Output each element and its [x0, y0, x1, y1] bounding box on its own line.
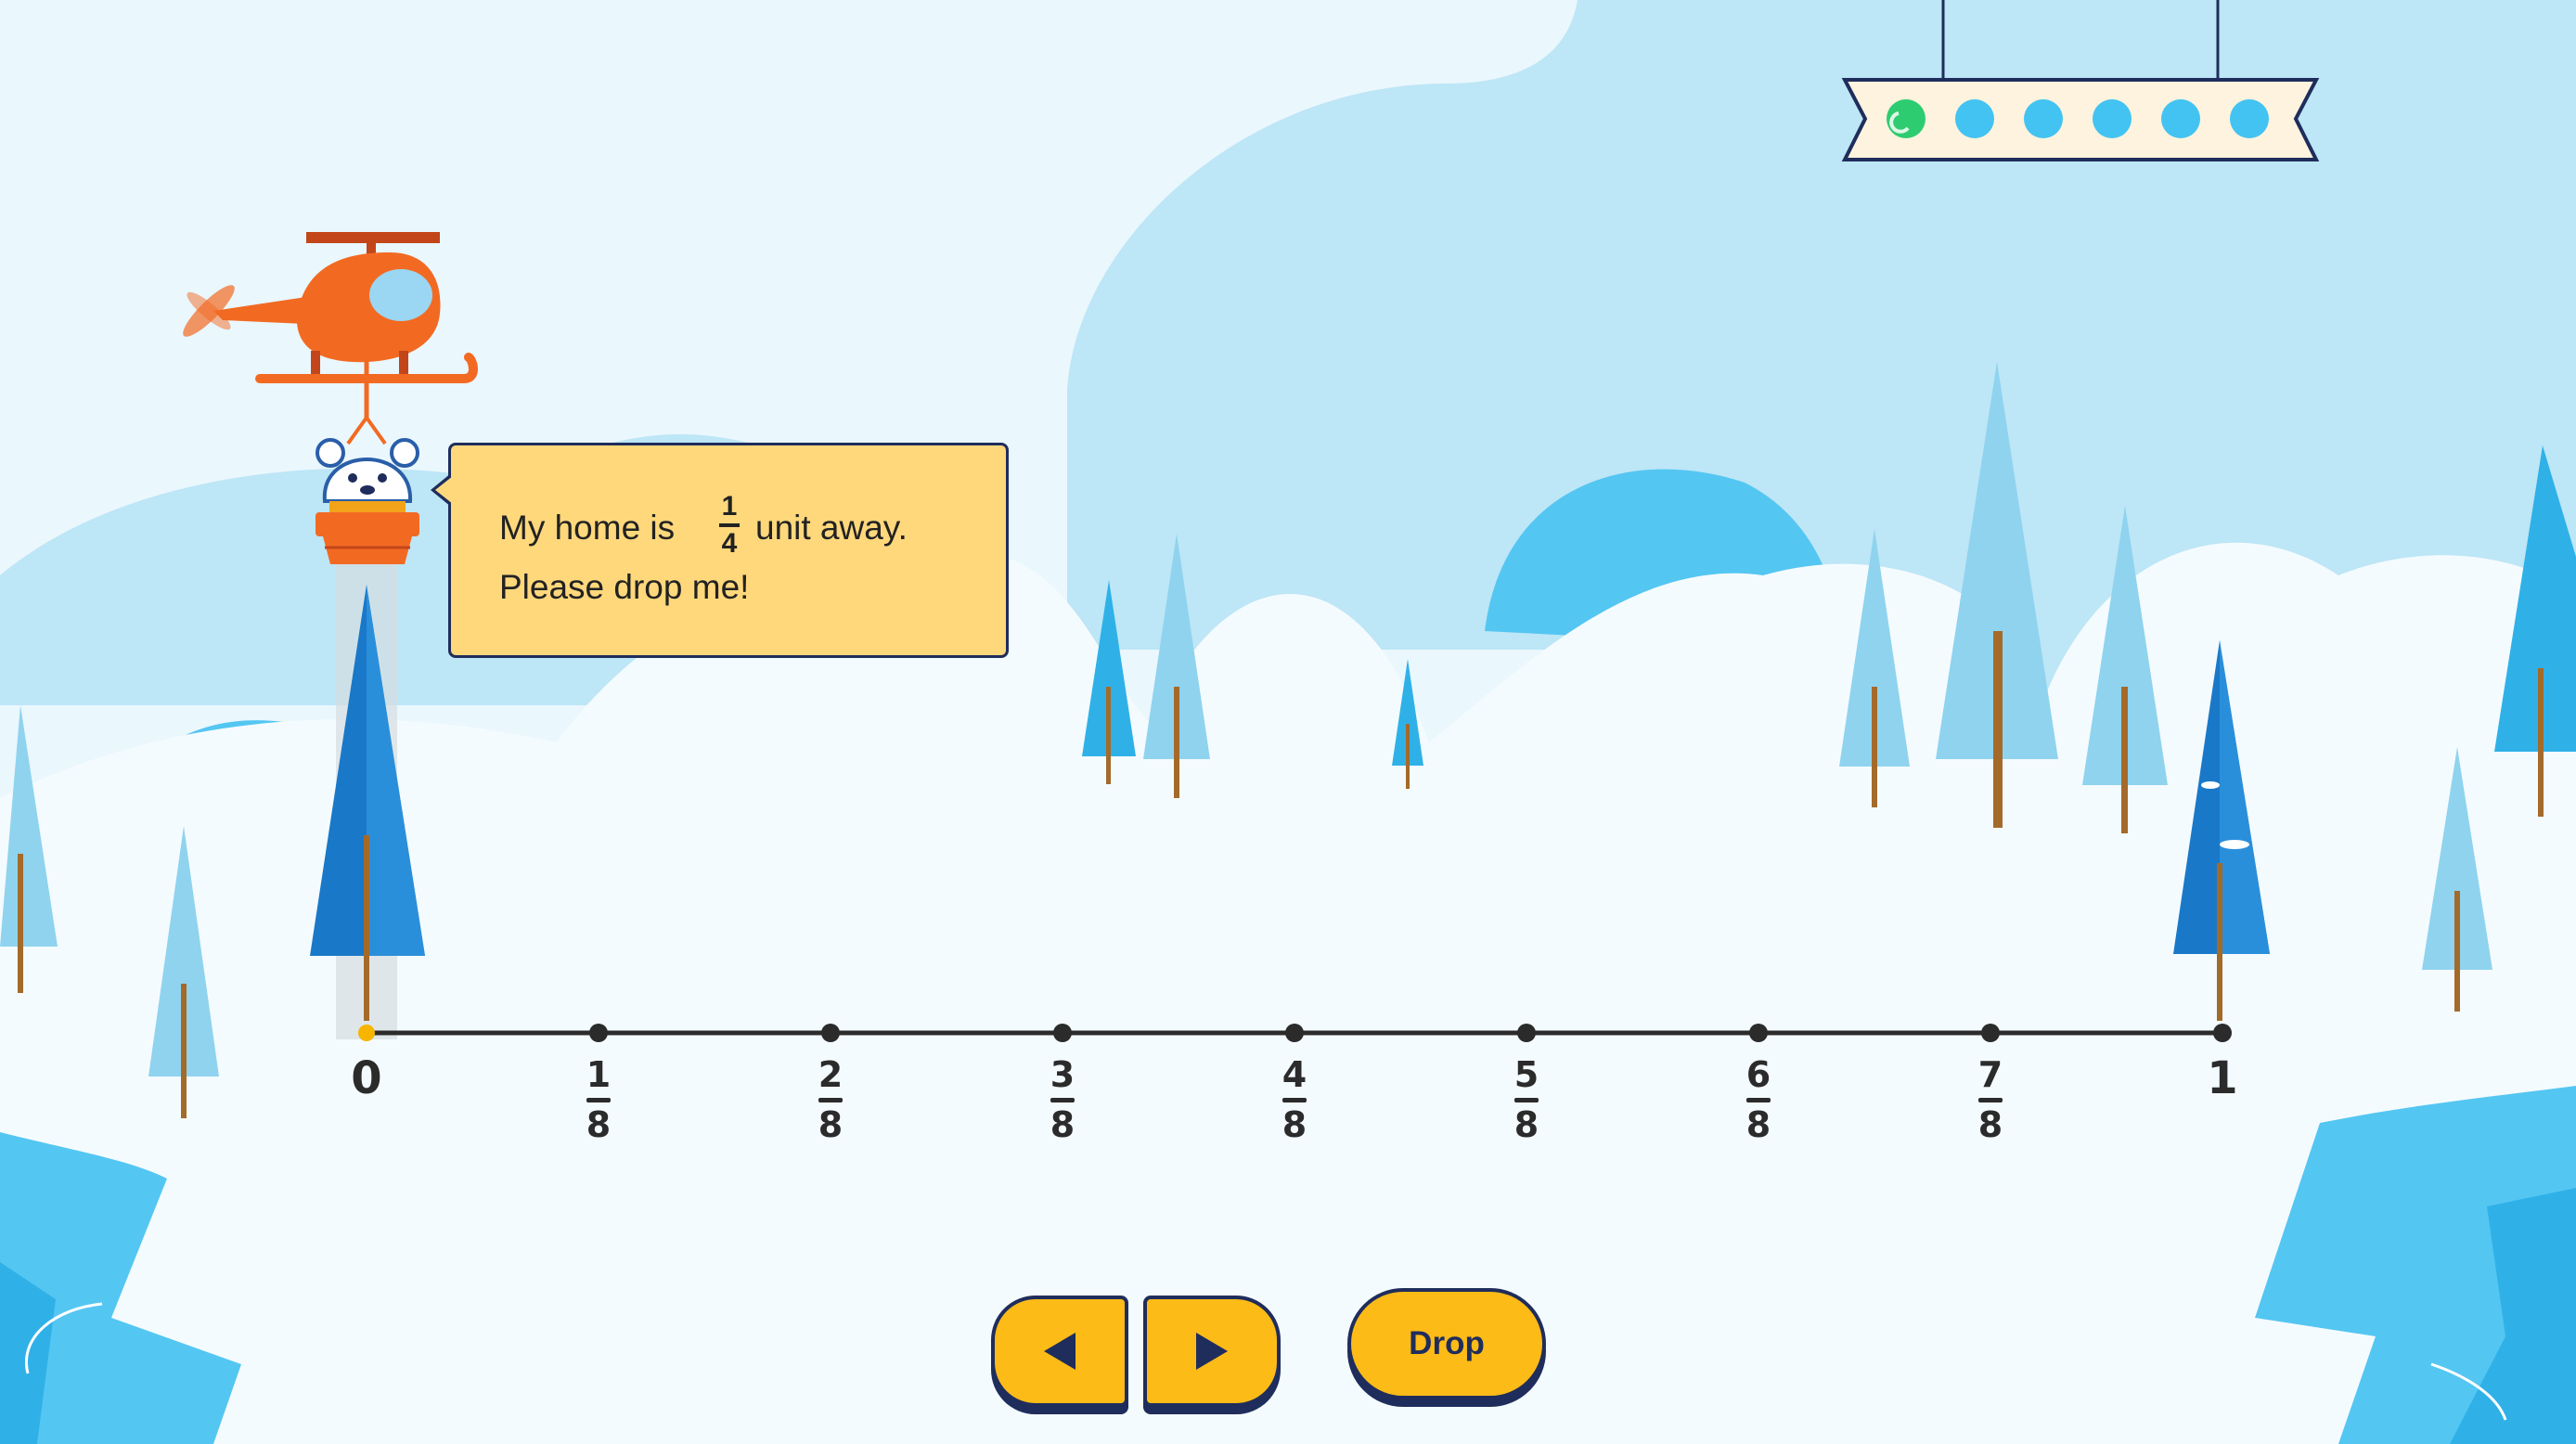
tick-dot	[1517, 1024, 1536, 1042]
tick-label-3-8: 38	[1050, 1054, 1075, 1145]
progress-dot-pending	[1955, 99, 1994, 138]
progress-dot-pending	[2230, 99, 2269, 138]
tick-label-1-8: 18	[586, 1054, 612, 1145]
tick-label-2-8: 28	[818, 1054, 844, 1145]
drop-button[interactable]: Drop	[1347, 1288, 1546, 1399]
bubble-text-line2: Please drop me!	[499, 568, 750, 606]
drop-button-label: Drop	[1409, 1325, 1485, 1361]
tick-label-0: 0	[351, 1052, 382, 1104]
tick-label-7-8: 78	[1977, 1054, 2003, 1145]
right-arrow-icon	[1196, 1333, 1228, 1370]
tick-label-1: 1	[2207, 1052, 2238, 1104]
tick-dot	[589, 1024, 608, 1042]
progress-dot-pending	[2024, 99, 2063, 138]
tick-dot	[821, 1024, 840, 1042]
progress-dot-pending	[2161, 99, 2200, 138]
basket	[316, 512, 419, 564]
bubble-fraction-numerator: 1	[721, 491, 738, 522]
progress-dot-pending	[2093, 99, 2132, 138]
bubble-fraction: 1 4	[711, 492, 748, 559]
bubble-text-after: unit away.	[755, 509, 908, 547]
tick-dot	[1749, 1024, 1768, 1042]
tick-dot	[2213, 1024, 2232, 1042]
move-right-button[interactable]	[1143, 1296, 1281, 1407]
tick-dot	[1981, 1024, 2000, 1042]
tick-label-4-8: 48	[1282, 1054, 1307, 1145]
move-left-button[interactable]	[991, 1296, 1128, 1407]
bubble-fraction-denominator: 4	[721, 528, 738, 559]
bubble-text-before: My home is	[499, 509, 676, 547]
speech-bubble: My home is 1 4 unit away. Please drop me…	[431, 443, 1009, 658]
current-position-marker	[358, 1025, 375, 1041]
winter-scene-background	[0, 0, 2576, 1444]
tick-dot	[1285, 1024, 1304, 1042]
tick-label-5-8: 58	[1513, 1054, 1539, 1145]
tick-label-6-8: 68	[1745, 1054, 1771, 1145]
tick-dot	[1053, 1024, 1072, 1042]
left-arrow-icon	[1044, 1333, 1075, 1370]
